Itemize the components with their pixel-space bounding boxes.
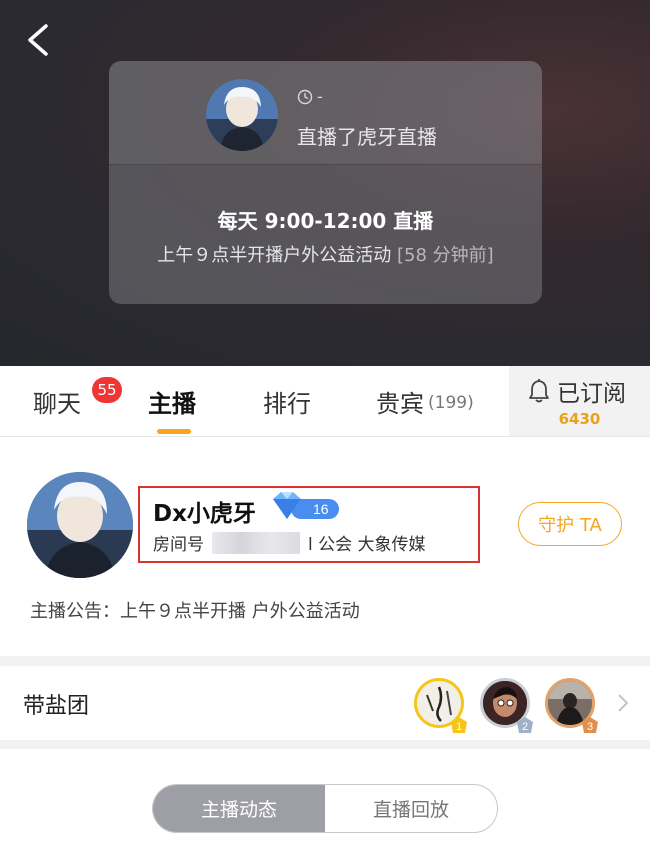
diamond-icon: 16 <box>273 492 339 519</box>
tab-chat[interactable]: 聊天 <box>33 366 81 436</box>
subscribe-button[interactable]: 已订阅 6430 <box>509 366 650 436</box>
tab-label: 聊天 <box>33 389 81 418</box>
tab-ranking[interactable]: 排行 <box>263 366 311 436</box>
live-description: 上午９点半开播户外公益活动 [58 分钟前] <box>109 241 542 267</box>
avatar <box>206 79 278 151</box>
bell-icon <box>529 379 549 403</box>
tab-anchor[interactable]: 主播 <box>148 366 196 436</box>
fan-avatar-1[interactable]: 1 <box>414 678 467 733</box>
fan-group-row[interactable]: 带盐团 1 2 3 <box>0 666 650 740</box>
subscribe-label: 已订阅 <box>557 381 626 407</box>
rank-badge: 2 <box>517 717 533 733</box>
active-tab-indicator <box>157 429 191 434</box>
section-divider <box>0 656 650 666</box>
live-status-card: - 直播了虎牙直播 每天 9:00-12:00 直播 上午９点半开播户外公益活动… <box>109 61 542 304</box>
time-ago: [58 分钟前] <box>397 245 494 266</box>
tab-vip[interactable]: 贵宾 (199) <box>376 366 474 436</box>
anchor-avatar[interactable] <box>27 472 133 578</box>
chat-unread-badge: 55 <box>92 377 122 403</box>
segment-anchor-feed[interactable]: 主播动态 <box>153 785 325 832</box>
level-badge: 16 <box>269 489 341 527</box>
rank-number: 1 <box>456 721 462 733</box>
clock-icon <box>297 89 313 104</box>
anchor-announcement: 主播公告：上午９点半开播 户外公益活动 <box>30 601 360 622</box>
rank-badge: 3 <box>582 717 598 733</box>
live-banner: - 直播了虎牙直播 每天 9:00-12:00 直播 上午９点半开播户外公益活动… <box>0 0 650 366</box>
section-divider <box>0 740 650 749</box>
guild-text: l 公会 大象传媒 <box>308 535 426 555</box>
tab-label: 贵宾 <box>376 389 424 418</box>
rank-number: 2 <box>522 721 528 733</box>
subscriber-count: 6430 <box>558 410 601 428</box>
vip-count: (199) <box>428 393 474 413</box>
tab-label: 排行 <box>263 389 311 418</box>
live-action-text: 直播了虎牙直播 <box>297 125 437 149</box>
card-time: - <box>297 87 323 106</box>
rank-badge: 1 <box>451 717 467 733</box>
divider <box>109 164 542 165</box>
room-number-blurred <box>212 531 300 554</box>
live-schedule: 每天 9:00-12:00 直播 <box>217 209 434 233</box>
fan-group-label: 带盐团 <box>23 694 90 719</box>
guard-button[interactable]: 守护 TA <box>518 502 622 546</box>
level-number: 16 <box>313 501 329 517</box>
tab-label: 主播 <box>148 389 196 418</box>
room-info: 房间号 l 公会 大象传媒 <box>153 530 426 555</box>
segment-replay[interactable]: 直播回放 <box>325 785 497 832</box>
time-text: - <box>317 87 323 106</box>
subscribe-top: 已订阅 <box>527 374 626 408</box>
description-text: 上午９点半开播户外公益活动 <box>157 245 392 266</box>
chevron-right-icon <box>618 694 629 712</box>
fan-avatar-2[interactable]: 2 <box>480 678 533 733</box>
feed-segment-control: 主播动态 直播回放 <box>152 784 498 833</box>
fan-avatar-3[interactable]: 3 <box>545 678 598 733</box>
anchor-name: Dx小虎牙 <box>153 501 256 527</box>
rank-number: 3 <box>587 721 593 733</box>
chevron-left-icon <box>28 24 48 56</box>
room-label: 房间号 <box>153 535 204 555</box>
back-button[interactable] <box>20 18 60 62</box>
